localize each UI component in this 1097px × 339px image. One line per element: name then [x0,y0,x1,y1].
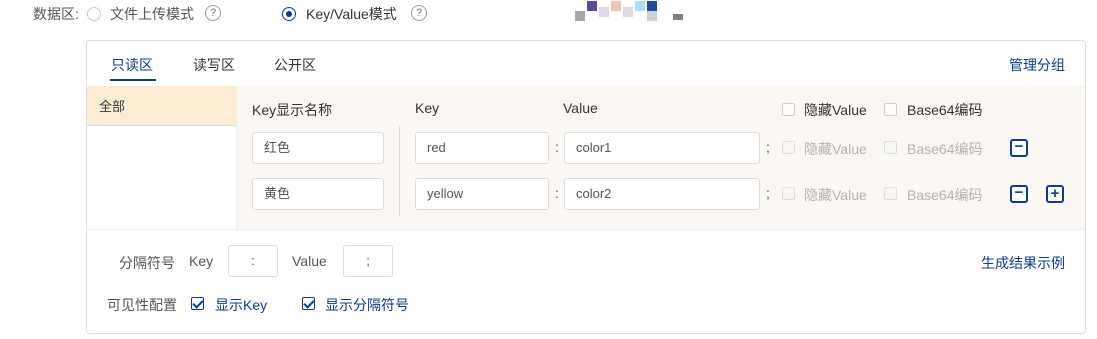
radio-file-upload-label[interactable]: 文件上传模式 [110,4,194,24]
column-header-display-name: Key显示名称 [252,102,333,118]
base64-label: Base64编码 [907,141,983,157]
separator-value-label: Value [292,253,327,269]
key-separator: : [555,139,559,155]
show-separator-checkbox[interactable] [302,297,315,310]
separator-key-label: Key [189,253,214,269]
base64-label: Base64编码 [907,187,983,203]
minus-square-icon[interactable]: − [1010,185,1028,203]
group-item-all[interactable]: 全部 [87,86,237,126]
key-separator-input[interactable]: : [228,245,278,277]
data-area-label: 数据区: [33,6,79,22]
manage-groups-link[interactable]: 管理分组 [1009,55,1065,75]
value-input[interactable]: color1 [564,132,760,164]
visibility-label: 可见性配置 [107,297,177,313]
value-input[interactable]: color2 [564,178,760,210]
column-header-value: Value [563,100,598,116]
hide-value-label: 隐藏Value [804,187,867,203]
show-separator-label[interactable]: 显示分隔符号 [325,295,409,315]
brand-logo [575,1,685,23]
radio-file-upload[interactable] [87,7,101,21]
tab-readonly[interactable]: 只读区 [111,55,153,75]
key-input[interactable]: red [415,132,549,164]
key-input[interactable]: yellow [415,178,549,210]
column-header-key: Key [415,100,440,116]
help-icon[interactable]: ? [411,5,427,21]
tab-public[interactable]: 公开区 [274,55,316,75]
radio-key-value[interactable] [282,7,296,21]
base64-all-checkbox[interactable] [884,103,897,116]
base64-checkbox[interactable] [884,141,897,154]
help-icon[interactable]: ? [205,5,221,21]
hide-value-checkbox[interactable] [782,187,795,200]
hide-value-label: 隐藏Value [804,141,867,157]
tab-readwrite[interactable]: 读写区 [193,55,235,75]
hide-value-all-checkbox[interactable] [782,103,795,116]
show-key-label[interactable]: 显示Key [215,295,267,315]
show-key-checkbox[interactable] [191,297,204,310]
radio-key-value-label[interactable]: Key/Value模式 [306,4,397,24]
value-separator-input[interactable]: ; [343,245,393,277]
base64-checkbox[interactable] [884,187,897,200]
section-divider [87,229,1085,230]
generate-example-link[interactable]: 生成结果示例 [981,253,1065,273]
separator-label: 分隔符号 [119,255,175,271]
display-name-input[interactable]: 红色 [252,132,384,164]
key-separator: : [555,185,559,201]
active-tab-indicator [110,79,156,81]
value-separator: ; [766,185,770,201]
value-separator: ; [766,139,770,155]
display-name-input[interactable]: 黄色 [252,178,384,210]
minus-square-icon[interactable]: − [1010,139,1028,157]
column-header-hide-value: 隐藏Value [804,102,867,118]
column-header-base64: Base64编码 [907,102,983,118]
hide-value-checkbox[interactable] [782,141,795,154]
column-divider [399,126,400,216]
plus-square-icon[interactable]: + [1046,185,1064,203]
